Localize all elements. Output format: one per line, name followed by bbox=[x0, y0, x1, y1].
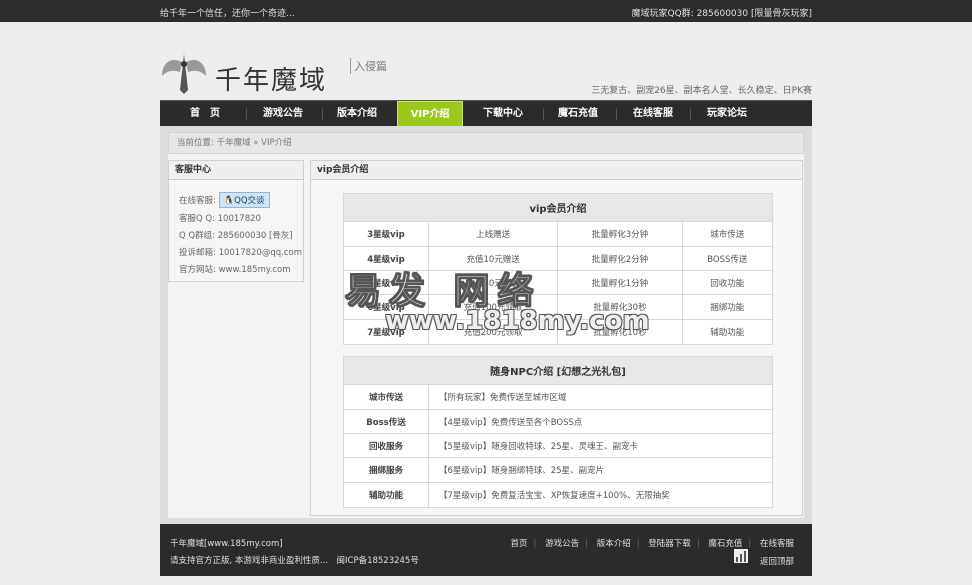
nav-announcements[interactable]: 游戏公告 bbox=[248, 101, 318, 127]
top-slogan: 给千年一个信任，还你一个奇迹... bbox=[160, 9, 295, 19]
vip-requirement: 充值200元领取 bbox=[427, 319, 559, 345]
vip-hatch: 批量孵化3分钟 bbox=[557, 221, 683, 247]
table-row: 7星级vip 充值200元领取 批量孵化10秒 辅助功能 bbox=[343, 319, 774, 345]
logo-title: 千年魔域 bbox=[215, 66, 328, 96]
table-row: 辅助功能 【7星级vip】免费复活宝宝、XP恢复速度+100%、无限抽奖 bbox=[343, 482, 773, 508]
sidebar-qq: 客服Q Q: 10017820 bbox=[179, 214, 261, 224]
footer-divider: | bbox=[696, 539, 700, 549]
top-qq-group: 魔域玩家QQ群: 285600030 [限量骨灰玩家] bbox=[631, 9, 812, 19]
breadcrumb: 当前位置: 千年魔域 » VIP介绍 bbox=[168, 132, 804, 154]
footer-site: 千年魔域[www.185my.com] bbox=[170, 539, 283, 549]
vip-hatch: 批量孵化2分钟 bbox=[557, 246, 683, 271]
logo-subtitle: 入侵篇 bbox=[350, 58, 387, 74]
footer-link-version[interactable]: 版本介绍 bbox=[597, 539, 631, 549]
stats-icon bbox=[734, 549, 748, 563]
footer: 千年魔域[www.185my.com] 请支持官方正版, 本游戏非商业盈利性质.… bbox=[160, 524, 812, 576]
back-to-top[interactable]: 返回顶部 bbox=[760, 555, 794, 567]
footer-link-recharge[interactable]: 魔石充值 bbox=[708, 539, 742, 549]
tagline: 三无复古、副宠26星、副本名人堂、长久稳定、日PK赛 bbox=[591, 86, 812, 96]
nav-support[interactable]: 在线客服 bbox=[618, 101, 688, 127]
nav-vip[interactable]: VIP介绍 bbox=[397, 101, 463, 127]
vip-level: 5星级vip bbox=[343, 270, 429, 295]
vip-hatch: 批量孵化10秒 bbox=[557, 319, 683, 345]
qq-chat-label: QQ交谈 bbox=[234, 196, 265, 206]
vip-table: vip会员介绍 3星级vip 上线赠送 批量孵化3分钟 城市传送 4星级vip … bbox=[343, 193, 774, 345]
sidebar-title: 客服中心 bbox=[169, 161, 303, 180]
footer-divider: | bbox=[533, 539, 537, 549]
npc-service: 回收服务 bbox=[343, 433, 429, 458]
nav-divider bbox=[690, 108, 691, 120]
vip-level: 4星级vip bbox=[343, 246, 429, 271]
vip-feature: 城市传送 bbox=[681, 221, 774, 247]
sidebar-qq-group: Q Q群组: 285600030 [骨灰] bbox=[179, 231, 293, 241]
table-row: 回收服务 【5星级vip】随身回收特球、25星、灵魂王、副宠卡 bbox=[343, 433, 773, 458]
nav-recharge[interactable]: 魔石充值 bbox=[544, 101, 612, 127]
vip-requirement: 上线赠送 bbox=[427, 221, 559, 247]
winged-emblem-icon bbox=[162, 54, 206, 94]
vip-hatch: 批量孵化1分钟 bbox=[557, 270, 683, 295]
table-row: 4星级vip 充值10元赠送 批量孵化2分钟 BOSS传送 bbox=[343, 246, 774, 271]
content-frame: 当前位置: 千年魔域 » VIP介绍 客服中心 在线客服: 🐧QQ交谈 客服Q … bbox=[160, 126, 812, 524]
footer-link-support[interactable]: 在线客服 bbox=[760, 539, 794, 549]
footer-link-announcements[interactable]: 游戏公告 bbox=[545, 539, 579, 549]
vip-requirement: 充值10元赠送 bbox=[427, 246, 559, 271]
online-support-row: 在线客服: 🐧QQ交谈 bbox=[179, 192, 270, 208]
support-sidebar: 客服中心 在线客服: 🐧QQ交谈 客服Q Q: 10017820 Q Q群组: … bbox=[168, 160, 304, 282]
table-row: 3星级vip 上线赠送 批量孵化3分钟 城市传送 bbox=[343, 221, 774, 247]
npc-description: 【所有玩家】免费传送至城市区域 bbox=[428, 384, 773, 410]
footer-divider: | bbox=[748, 539, 752, 549]
top-bar: 给千年一个信任，还你一个奇迹... 魔域玩家QQ群: 285600030 [限量… bbox=[0, 0, 972, 22]
footer-notice: 请支持官方正版, 本游戏非商业盈利性质... 闽ICP备18523245号 bbox=[170, 556, 419, 566]
nav-download[interactable]: 下载中心 bbox=[468, 101, 538, 127]
nav-forum[interactable]: 玩家论坛 bbox=[692, 101, 762, 127]
main-panel: vip会员介绍 vip会员介绍 3星级vip 上线赠送 批量孵化3分钟 城市传送… bbox=[310, 160, 803, 516]
main-title: vip会员介绍 bbox=[311, 161, 802, 180]
table-row: 6星级vip 充值100元领取 批量孵化30秒 捆绑功能 bbox=[343, 294, 774, 320]
npc-service: 城市传送 bbox=[343, 384, 429, 410]
nav-divider bbox=[616, 108, 617, 120]
npc-service: 捆绑服务 bbox=[343, 457, 429, 483]
main-nav: 首 页 游戏公告 版本介绍 VIP介绍 下载中心 魔石充值 在线客服 玩家论坛 bbox=[160, 100, 812, 127]
vip-hatch: 批量孵化30秒 bbox=[557, 294, 683, 320]
vip-feature: 捆绑功能 bbox=[681, 294, 774, 320]
nav-divider bbox=[246, 108, 247, 120]
sidebar-website: 官方网站: www.185my.com bbox=[179, 265, 291, 275]
table-row: Boss传送 【4星级vip】免费传送至各个BOSS点 bbox=[343, 409, 773, 434]
vip-level: 3星级vip bbox=[343, 221, 429, 247]
vip-requirement: 充值30元领取 bbox=[427, 270, 559, 295]
footer-link-home[interactable]: 首页 bbox=[511, 539, 528, 549]
content-inner: 当前位置: 千年魔域 » VIP介绍 客服中心 在线客服: 🐧QQ交谈 客服Q … bbox=[168, 132, 804, 518]
footer-links: 首页 | 游戏公告 | 版本介绍 | 登陆器下载 | 魔石充值 | 在线客服 bbox=[511, 537, 794, 549]
qq-chat-button[interactable]: 🐧QQ交谈 bbox=[218, 192, 270, 208]
npc-description: 【4星级vip】免费传送至各个BOSS点 bbox=[428, 409, 773, 434]
online-support-label: 在线客服: bbox=[179, 196, 216, 206]
footer-link-download[interactable]: 登陆器下载 bbox=[648, 539, 691, 549]
site-logo[interactable]: 千年魔域 入侵篇 bbox=[160, 48, 410, 96]
table-row: 5星级vip 充值30元领取 批量孵化1分钟 回收功能 bbox=[343, 270, 774, 295]
npc-table-title: 随身NPC介绍 [幻想之光礼包] bbox=[343, 356, 773, 385]
vip-feature: 回收功能 bbox=[681, 270, 774, 295]
qq-penguin-icon: 🐧 bbox=[223, 196, 235, 206]
vip-feature: 辅助功能 bbox=[681, 319, 774, 345]
sidebar-email: 投诉邮箱: 10017820@qq.com bbox=[179, 248, 302, 258]
npc-description: 【5星级vip】随身回收特球、25星、灵魂王、副宠卡 bbox=[428, 433, 773, 458]
footer-divider: | bbox=[636, 539, 640, 549]
npc-table: 随身NPC介绍 [幻想之光礼包] 城市传送 【所有玩家】免费传送至城市区域 Bo… bbox=[343, 356, 773, 508]
vip-feature: BOSS传送 bbox=[681, 246, 774, 271]
vip-level: 6星级vip bbox=[343, 294, 429, 320]
npc-service: 辅助功能 bbox=[343, 482, 429, 508]
npc-description: 【6星级vip】随身捆绑特球、25星、副宠片 bbox=[428, 457, 773, 483]
npc-service: Boss传送 bbox=[343, 409, 429, 434]
table-row: 城市传送 【所有玩家】免费传送至城市区域 bbox=[343, 384, 773, 410]
vip-table-title: vip会员介绍 bbox=[343, 193, 773, 222]
vip-requirement: 充值100元领取 bbox=[427, 294, 559, 320]
nav-version[interactable]: 版本介绍 bbox=[322, 101, 392, 127]
footer-divider: | bbox=[585, 539, 588, 549]
npc-description: 【7星级vip】免费复活宝宝、XP恢复速度+100%、无限抽奖 bbox=[428, 482, 773, 508]
vip-level: 7星级vip bbox=[343, 319, 429, 345]
nav-home[interactable]: 首 页 bbox=[170, 101, 240, 127]
table-row: 捆绑服务 【6星级vip】随身捆绑特球、25星、副宠片 bbox=[343, 457, 773, 483]
